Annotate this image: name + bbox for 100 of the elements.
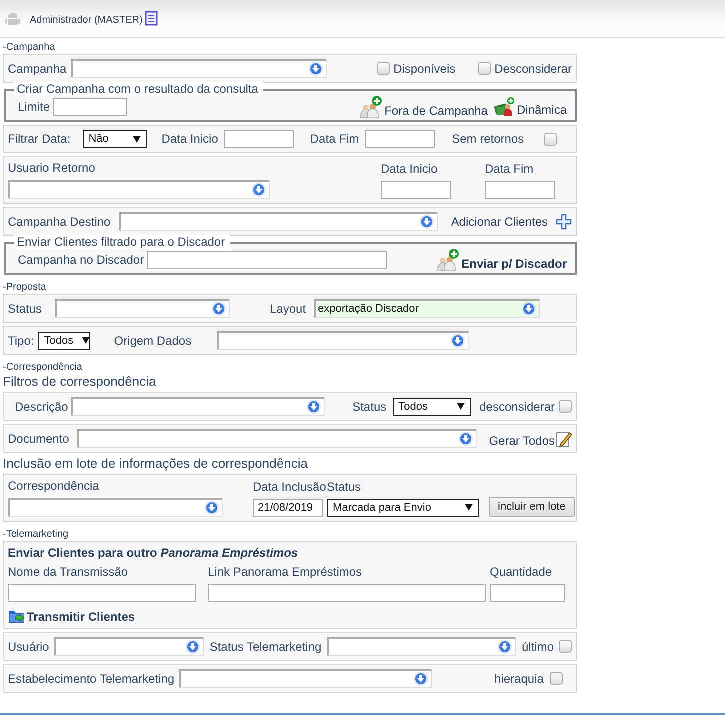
link[interactable]: Adicionar Clientes <box>451 214 572 230</box>
section-title[interactable]: -Campanha <box>0 38 577 54</box>
fieldset-legend: Criar Campanha com o resultado da consulta <box>14 82 264 96</box>
link[interactable]: Transmitir Clientes <box>8 608 572 624</box>
checkbox-label: Disponíveis <box>394 62 456 76</box>
dropdown[interactable]: Marcada para Envio <box>327 498 479 516</box>
field-label: Origem Dados <box>114 334 192 348</box>
combo-box[interactable] <box>118 212 438 231</box>
cash-icon <box>494 97 516 117</box>
field-label: Link Panorama Empréstimos <box>208 565 364 579</box>
text-field[interactable] <box>224 130 294 148</box>
text-field[interactable] <box>8 584 196 602</box>
people-add-icon <box>360 96 384 118</box>
section-title[interactable]: -Proposta <box>0 278 577 294</box>
subsection-heading: Filtros de correspondência <box>2 374 158 391</box>
include-button[interactable]: incluir em lote <box>489 497 575 517</box>
dropdown[interactable]: Todos <box>38 332 90 350</box>
field-label: Data Inicio <box>162 132 218 146</box>
link[interactable]: Gerar Todos <box>489 430 572 448</box>
field-label: Status Telemarketing <box>210 640 322 654</box>
dropdown-arrow-icon[interactable] <box>204 500 220 516</box>
field-label: Status <box>327 480 362 494</box>
fieldset-legend: Enviar Clientes filtrado para o Discador <box>14 235 230 249</box>
link[interactable]: Dinâmica <box>494 97 567 117</box>
user-name: Administrador (MASTER) <box>30 14 143 26</box>
people-add-icon <box>436 249 461 271</box>
dropdown-arrow-icon[interactable] <box>251 182 267 198</box>
checkbox-label: Desconsiderar <box>494 62 572 76</box>
dropdown-arrow-icon[interactable] <box>412 671 429 687</box>
dropdown-arrow-icon[interactable] <box>308 61 324 77</box>
combo-box[interactable] <box>178 669 432 688</box>
combo-box[interactable] <box>77 429 478 448</box>
field-label: Campanha Destino <box>8 214 111 228</box>
combo-box[interactable] <box>8 498 223 517</box>
checkbox[interactable] <box>478 62 491 75</box>
link[interactable]: Fora de Campanha <box>360 96 488 118</box>
dropdown-arrow-icon[interactable] <box>458 431 474 447</box>
dropdown[interactable]: Não <box>82 130 147 148</box>
field-label: Tipo: <box>8 334 34 348</box>
section-title[interactable]: -Correspondência <box>0 358 577 374</box>
text-field[interactable] <box>381 180 451 198</box>
dropdown[interactable]: Todos <box>392 398 471 416</box>
dropdown-arrow-icon[interactable] <box>184 639 201 655</box>
checkbox[interactable] <box>544 132 558 146</box>
text-field[interactable] <box>365 130 436 148</box>
field-label: Limite <box>18 100 50 114</box>
folder-arrow-icon <box>8 608 26 624</box>
field-label: Usuario Retorno <box>8 161 96 175</box>
field-label: Estabelecimento Telemarketing <box>8 672 175 686</box>
text-field[interactable]: 21/08/2019 <box>253 498 323 516</box>
dropdown-arrow-icon[interactable] <box>211 301 228 317</box>
plus-icon[interactable] <box>556 214 572 230</box>
field-label: Documento <box>8 432 70 446</box>
field-label: Data Inicio <box>381 162 439 176</box>
checkbox[interactable] <box>559 640 572 653</box>
book-icon[interactable] <box>144 11 158 26</box>
text-field[interactable] <box>485 180 555 198</box>
text-field[interactable] <box>53 98 128 116</box>
section-title[interactable]: -Telemarketing <box>0 525 577 541</box>
checkbox[interactable] <box>559 400 572 413</box>
field-label: Status <box>352 400 387 414</box>
field-label: Quantidade <box>490 565 554 579</box>
combo-box[interactable] <box>216 331 469 350</box>
panel-title: Enviar Clientes para outro Panorama Empréstimos <box>8 546 300 560</box>
field-label: Usuário <box>8 640 50 654</box>
checkbox[interactable] <box>550 672 563 685</box>
field-label: Status <box>8 302 42 316</box>
combo-box[interactable] <box>71 397 325 416</box>
text-field[interactable] <box>147 251 388 269</box>
dropdown-arrow-icon[interactable] <box>306 399 322 415</box>
field-label: Campanha no Discador <box>18 253 144 267</box>
text-field[interactable] <box>490 584 565 602</box>
robot-icon <box>5 10 21 26</box>
dropdown-arrow-icon[interactable] <box>450 333 466 349</box>
field-label: Filtrar Data: <box>8 132 71 146</box>
dropdown-arrow-icon[interactable] <box>496 639 513 655</box>
field-label: último <box>522 640 554 654</box>
link[interactable]: Enviar p/ Discador <box>436 249 567 271</box>
combo-box[interactable]: exportação Discador <box>314 299 540 318</box>
combo-box[interactable] <box>70 59 327 78</box>
combo-box[interactable] <box>55 299 230 318</box>
dropdown-arrow-icon[interactable] <box>419 214 436 230</box>
field-label: Nome da Transmissão <box>8 565 130 579</box>
pencil-note-icon[interactable] <box>556 430 572 448</box>
text-field[interactable] <box>208 584 486 602</box>
checkbox[interactable] <box>376 62 390 75</box>
combo-box[interactable] <box>8 180 270 199</box>
field-label: Layout <box>270 302 306 316</box>
field-label: Sem retornos <box>452 132 524 146</box>
combo-box[interactable] <box>326 637 516 656</box>
field-label: Data Fim <box>310 132 360 146</box>
field-label: hieraquia <box>494 672 544 686</box>
field-label: Data Fim <box>485 162 535 176</box>
combo-box[interactable] <box>54 637 204 656</box>
field-label: desconsiderar <box>480 400 555 414</box>
field-label: Correspondência <box>8 479 100 493</box>
field-label: Campanha <box>8 62 67 76</box>
dropdown-arrow-icon[interactable] <box>521 301 538 317</box>
field-label: Descrição <box>15 400 68 414</box>
subsection-heading: Inclusão em lote de informações de correspondência <box>2 456 309 473</box>
